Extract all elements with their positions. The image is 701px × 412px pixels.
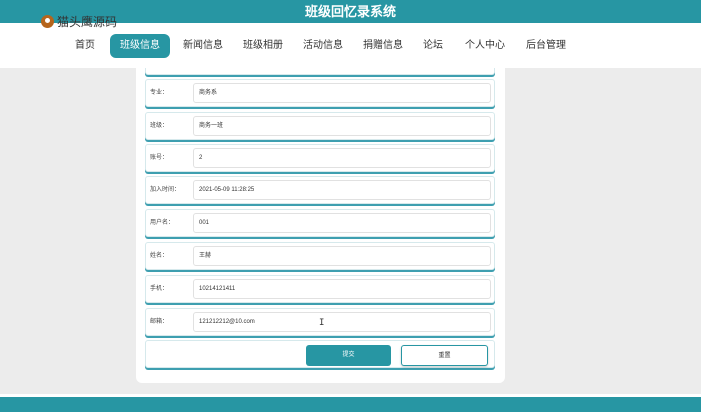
- phone-label: 手机：: [150, 286, 169, 292]
- email-label: 邮箱：: [150, 319, 169, 325]
- form-row-name: 姓名： 王赫: [145, 242, 495, 270]
- form-row-username: 用户名： 001: [145, 209, 495, 237]
- form-row-account: 账号： 2: [145, 144, 495, 172]
- account-field[interactable]: 2: [193, 148, 491, 168]
- nav-album[interactable]: 班级相册: [241, 34, 285, 58]
- form-row-partial: [145, 68, 495, 75]
- form-row-phone: 手机： 10214121411: [145, 275, 495, 303]
- join-time-label: 加入时间：: [150, 187, 181, 193]
- footer-bar: [0, 397, 701, 412]
- name-field[interactable]: 王赫: [193, 246, 491, 266]
- form-row-major: 专业： 商务系: [145, 79, 495, 107]
- account-label: 账号：: [150, 155, 169, 161]
- nav-news[interactable]: 新闻信息: [181, 34, 225, 58]
- nav-forum[interactable]: 论坛: [421, 34, 445, 58]
- form-actions: 提交 重置: [145, 340, 495, 368]
- class-label: 班级：: [150, 123, 169, 129]
- form-row-join-time: 加入时间： 2021-05-09 11:28:25: [145, 176, 495, 204]
- submit-button[interactable]: 提交: [306, 345, 391, 366]
- major-field[interactable]: 商务系: [193, 83, 491, 103]
- watermark-text: 猫头鹰源码: [57, 15, 118, 29]
- nav-home[interactable]: 首页: [70, 34, 100, 58]
- nav-activities[interactable]: 活动信息: [301, 34, 345, 58]
- text-cursor-icon: I: [319, 318, 325, 328]
- nav-class-info[interactable]: 班级信息: [110, 34, 170, 58]
- reset-button[interactable]: 重置: [401, 345, 488, 366]
- phone-field[interactable]: 10214121411: [193, 279, 491, 299]
- nav-personal-center[interactable]: 个人中心: [463, 34, 507, 58]
- form-row-class: 班级： 商务一班: [145, 112, 495, 140]
- join-time-field[interactable]: 2021-05-09 11:28:25: [193, 180, 491, 200]
- name-label: 姓名：: [150, 253, 169, 259]
- email-field[interactable]: 121212212@10.com: [193, 312, 491, 332]
- username-field[interactable]: 001: [193, 213, 491, 233]
- major-label: 专业：: [150, 90, 169, 96]
- nav-donations[interactable]: 捐赠信息: [361, 34, 405, 58]
- username-label: 用户名：: [150, 220, 175, 226]
- class-field[interactable]: 商务一班: [193, 116, 491, 136]
- nav-admin[interactable]: 后台管理: [524, 34, 568, 58]
- watermark: 猫头鹰源码: [41, 13, 117, 30]
- owl-logo-icon: [41, 15, 54, 28]
